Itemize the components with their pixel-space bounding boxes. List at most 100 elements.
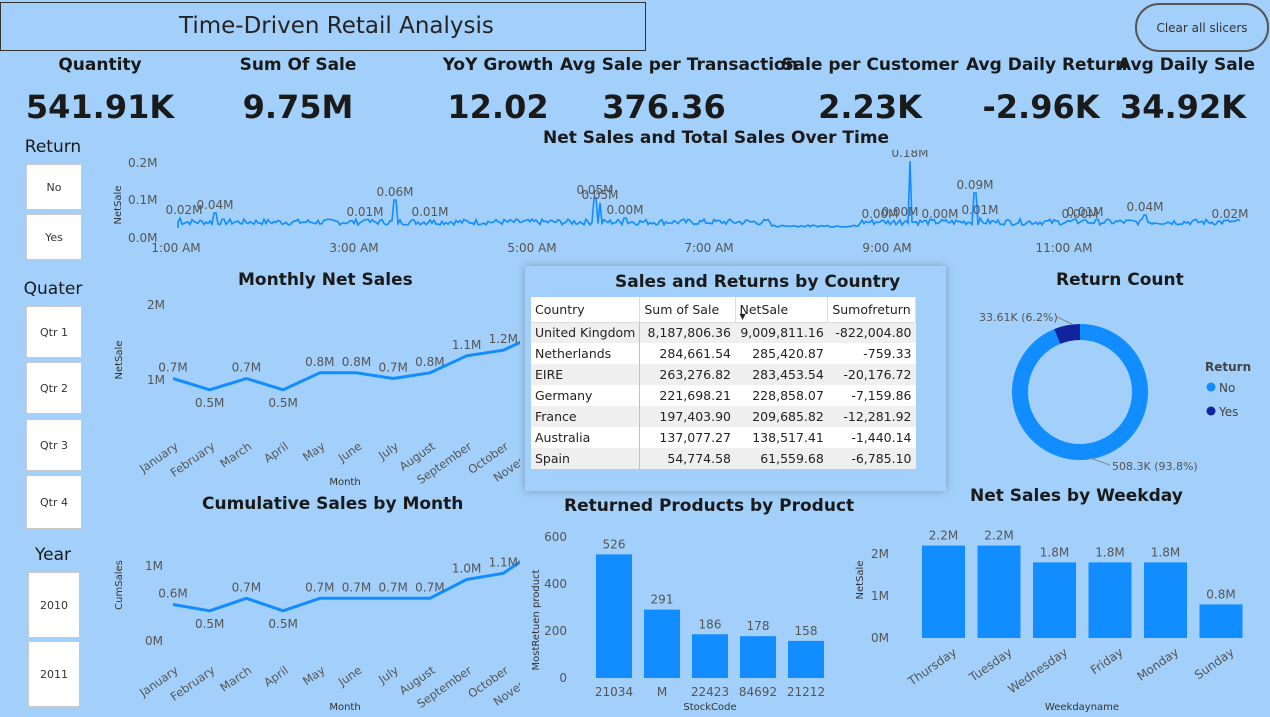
kpi-value-yoy-growth: 12.02 — [447, 88, 549, 126]
week-bar — [1199, 604, 1243, 638]
weekday-chart-title: Net Sales by Weekday — [970, 486, 1183, 506]
time-peak-label: 0.04M — [196, 198, 233, 212]
week-bar — [1033, 562, 1076, 638]
prod-y-axis-label: MostRetuen product — [531, 569, 542, 670]
time-chart-title: Net Sales and Total Sales Over Time — [543, 128, 890, 148]
monthly-y-axis-label: NetSale — [114, 341, 125, 380]
week-x-tick: Tuesday — [966, 645, 1015, 685]
time-peak-label: 0.05M — [581, 188, 618, 202]
cum-x-axis-label: Month — [329, 702, 360, 713]
time-peak-label: 0.00M — [881, 205, 918, 219]
week-x-tick: Monday — [1134, 645, 1181, 684]
kpi-value-avg-daily-sale: 34.92K — [1119, 88, 1246, 126]
week-x-axis-label: Weekdayname — [1045, 702, 1119, 713]
returned-products-title: Returned Products by Product — [564, 496, 855, 516]
cum-x-tick: July — [375, 663, 401, 687]
table-row[interactable]: France 197,403.90 209,685.82 -12,281.92 — [531, 406, 916, 427]
table-header-country[interactable]: Country — [531, 297, 641, 323]
prod-x-tick: 21212 — [787, 685, 825, 699]
slicer-title-quarter: Quater — [23, 279, 83, 299]
time-x-tick: 9:00 AM — [862, 241, 911, 255]
table-row[interactable]: EIRE 263,276.82 283,453.54 -20,176.72 — [531, 364, 916, 385]
table-cell: -7,159.86 — [851, 388, 912, 403]
kpi-value-sale-per-customer: 2.23K — [818, 88, 922, 126]
clear-slicers-button[interactable]: Clear all slicers — [1135, 3, 1269, 52]
prod-x-tick: 21034 — [595, 685, 633, 699]
table-cell: 8,187,806.36 — [639, 322, 735, 343]
weekday-chart: NetSale Weekdayname 0M 1M 2M 2.2M Thursday 2.… — [855, 529, 1243, 713]
page-title: Time-Driven Retail Analysis — [179, 13, 494, 39]
week-x-tick: Thursday — [905, 645, 960, 689]
table-cell: Netherlands — [531, 343, 641, 364]
cum-y-tick: 0M — [145, 634, 163, 648]
time-peak-label: 0.00M — [921, 207, 958, 221]
time-y-tick: 0.2M — [128, 156, 157, 170]
monthly-x-tick: May — [300, 439, 328, 464]
donut-legend-yes: Yes — [1218, 405, 1238, 419]
cum-data-label: 1.1M — [489, 555, 518, 569]
table-row[interactable]: Spain 54,774.58 61,559.68 -6,785.10 — [531, 448, 916, 469]
time-y-axis-label: NetSale — [113, 186, 124, 225]
donut-label-yes: 33.61K (6.2%) — [979, 311, 1058, 324]
table-cell: 263,276.82 — [639, 364, 735, 385]
prod-bar-label: 291 — [651, 593, 674, 607]
table-cell: 138,517.41 — [752, 430, 824, 445]
table-cell: Australia — [531, 427, 641, 448]
kpi-label-avg-daily-sale: Avg Daily Sale — [1118, 55, 1256, 75]
kpi-label-yoy-growth: YoY Growth — [442, 55, 554, 75]
monthly-data-label: 0.7M — [232, 360, 261, 374]
week-bar — [1144, 562, 1187, 638]
slicer-option-return-yes[interactable]: Yes — [26, 214, 82, 260]
country-table-panel: Sales and Returns by Country Country Sum… — [525, 266, 946, 491]
monthly-chart-title: Monthly Net Sales — [238, 270, 413, 290]
prod-bar — [788, 640, 824, 678]
time-x-tick: 11:00 AM — [1036, 241, 1093, 255]
cum-x-tick: March — [217, 663, 254, 695]
table-header-sum-of-sale[interactable]: Sum of Sale — [639, 297, 736, 323]
week-bar — [977, 545, 1021, 638]
kpi-value-quantity: 541.91K — [25, 88, 175, 126]
cumulative-sales-chart: 1M 0M CumSales Month 0.6MJanuary0.5MFebr… — [114, 555, 520, 713]
prod-bar — [692, 634, 728, 678]
donut-label-no: 508.3K (93.8%) — [1112, 460, 1198, 473]
monthly-x-tick: June — [335, 439, 364, 465]
slicer-option-qtr2[interactable]: Qtr 2 — [26, 362, 82, 414]
title-box: Time-Driven Retail Analysis — [0, 2, 646, 51]
table-row[interactable]: Netherlands 284,661.54 285,420.87 -759.33 — [531, 343, 916, 364]
slicer-option-qtr4[interactable]: Qtr 4 — [26, 475, 82, 529]
week-y-axis-label: NetSale — [855, 561, 866, 600]
week-bar — [1088, 562, 1132, 638]
cum-data-label: 0.5M — [268, 617, 297, 631]
week-bar — [922, 545, 965, 638]
table-row[interactable]: United Kingdom 8,187,806.36 9,009,811.16 -8… — [531, 322, 916, 343]
table-cell: -822,004.80 — [827, 322, 916, 343]
return-count-donut: 33.61K (6.2%) 508.3K (93.8%) Return No Y… — [979, 311, 1251, 473]
table-row[interactable]: Australia 137,077.27 138,517.41 -1,440.14 — [531, 427, 916, 448]
slicer-option-2010[interactable]: 2010 — [28, 572, 80, 638]
cum-data-label: 0.6M — [158, 587, 187, 601]
table-cell: Spain — [531, 448, 641, 469]
table-header-sumofreturn[interactable]: Sumofreturn — [827, 297, 916, 323]
week-bar-label: 1.8M — [1151, 545, 1180, 559]
table-header-netsale[interactable]: NetSale ▼ — [735, 297, 829, 323]
table-cell: -6,785.10 — [827, 448, 916, 469]
monthly-data-label: 1.1M — [452, 338, 481, 352]
kpi-value-avg-sale-per-transaction: 376.36 — [602, 88, 726, 126]
prod-y-tick: 400 — [544, 577, 567, 591]
table-cell: -759.33 — [863, 346, 912, 361]
cum-x-tick: May — [300, 663, 328, 688]
table-row[interactable]: Germany 221,698.21 228,858.07 -7,159.86 — [531, 385, 916, 406]
table-cell: Germany — [531, 385, 641, 406]
monthly-data-label: 0.8M — [342, 355, 371, 369]
country-table: Country Sum of Sale NetSale ▼ Sumofreturn… — [531, 297, 916, 469]
time-x-tick: 7:00 AM — [684, 241, 733, 255]
slicer-option-qtr1[interactable]: Qtr 1 — [26, 306, 82, 358]
week-bar-label: 2.2M — [984, 529, 1013, 543]
slicer-option-2011[interactable]: 2011 — [28, 641, 80, 707]
slicer-title-year: Year — [35, 545, 71, 565]
time-peak-label: 0.01M — [961, 203, 998, 217]
slicer-option-return-no[interactable]: No — [26, 164, 82, 210]
slicer-option-qtr3[interactable]: Qtr 3 — [26, 419, 82, 471]
time-peak-label: 0.01M — [411, 205, 448, 219]
legend-marker-no — [1206, 382, 1216, 392]
